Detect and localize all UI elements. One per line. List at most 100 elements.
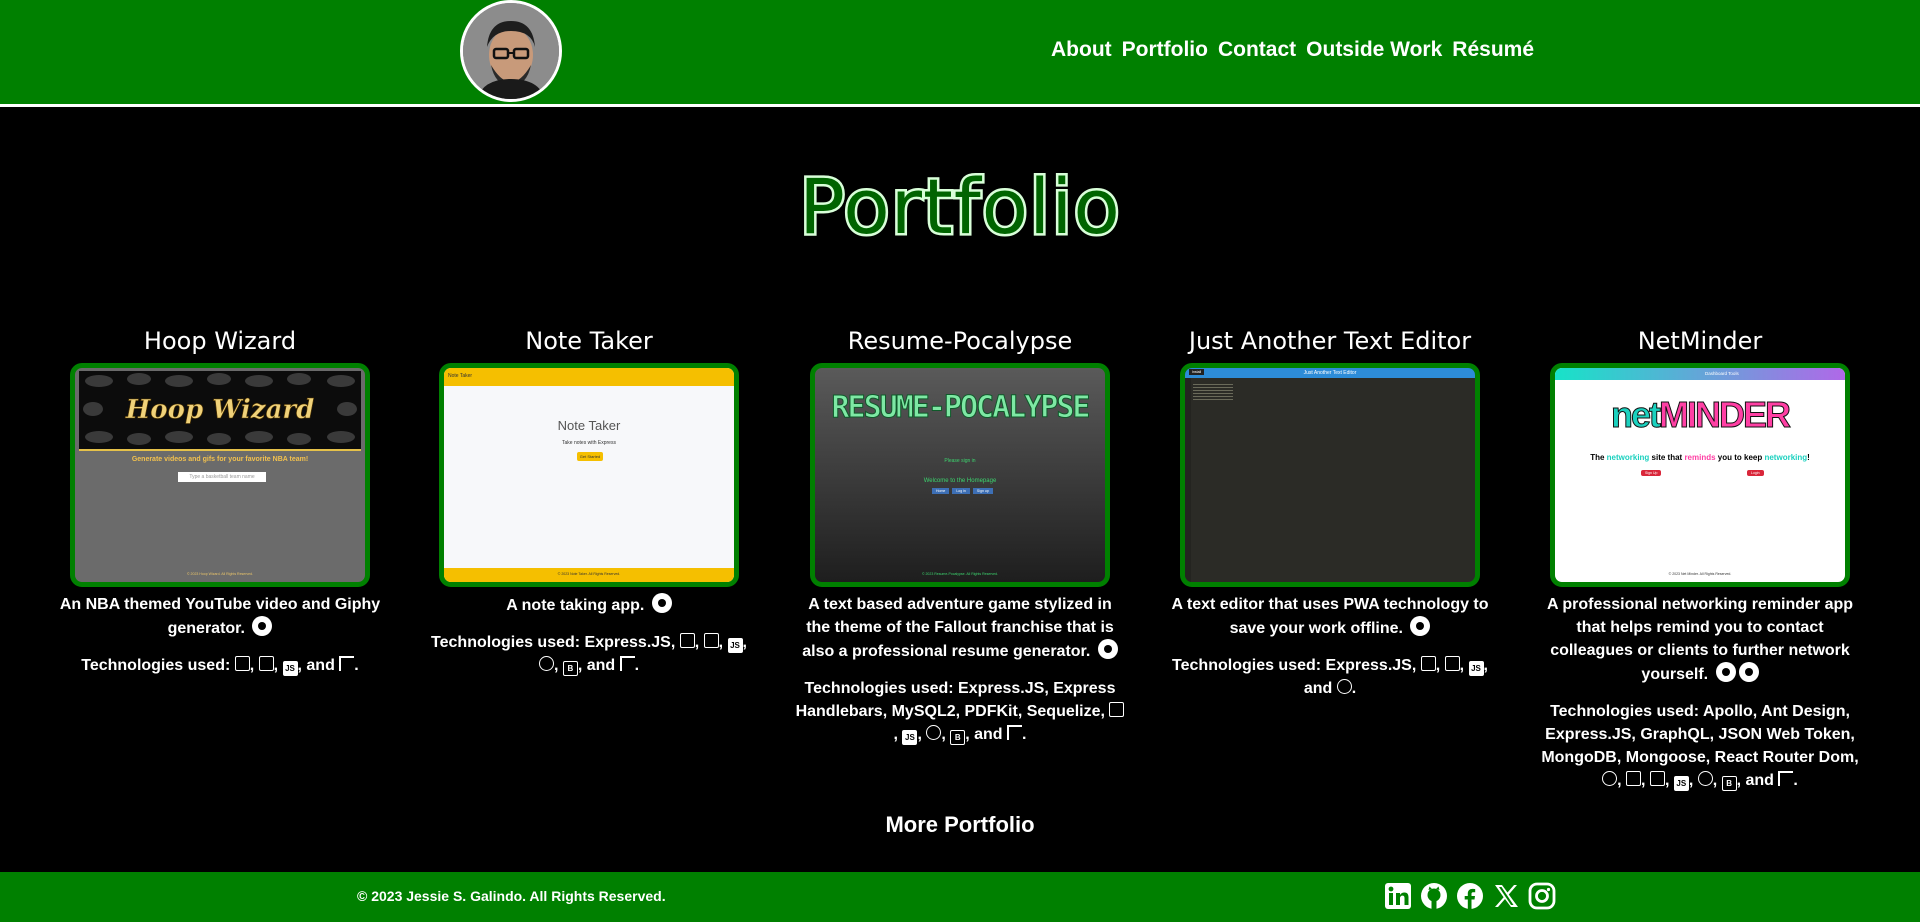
note-footer-text: © 2023 Note Taker. All Rights Reserved. <box>557 572 621 576</box>
nav-portfolio[interactable]: Portfolio <box>1122 38 1208 62</box>
tech-sep: , and <box>297 657 340 674</box>
nm-topbar-label: Dashboard Tools <box>1705 371 1739 376</box>
rp-btn-login[interactable]: Log in <box>952 488 970 494</box>
rp-logo: RESUME-POCALYPSE <box>831 390 1091 426</box>
nm-tag: site that <box>1649 453 1685 462</box>
bootstrap-icon: B <box>950 730 966 745</box>
tech-list: Technologies used: Express.JS, Express H… <box>795 677 1125 746</box>
github-icon[interactable] <box>1715 662 1736 682</box>
project-description: A note taking app. <box>424 593 754 617</box>
tech-sep: , <box>249 657 259 674</box>
css3-icon <box>1109 702 1125 717</box>
css3-icon <box>1444 656 1460 671</box>
css3-icon <box>703 633 719 648</box>
rp-login: Please sign in <box>944 458 976 464</box>
project-description: An NBA themed YouTube video and Giphy ge… <box>55 593 385 640</box>
tech-sep: , <box>742 634 747 651</box>
tech-sep: , <box>893 726 903 743</box>
nm-tag: ! <box>1807 453 1810 462</box>
rp-buttons: Home Log in Sign up <box>932 488 993 494</box>
nav-outside-work[interactable]: Outside Work <box>1306 38 1442 62</box>
nm-logo-minder: MINDER <box>1659 394 1792 436</box>
nm-tag: reminds <box>1684 453 1716 462</box>
github-icon[interactable] <box>1410 616 1431 636</box>
project-card-hoop-wizard: Hoop Wizard Hoop Wizard Generate videos … <box>55 324 385 677</box>
rp-welcome: Welcome to the Homepage <box>923 478 997 484</box>
tech-list: Technologies used: Express.JS, , , JS, ,… <box>424 631 754 677</box>
tech-list: Technologies used: Express.JS, , , JS, a… <box>1165 654 1495 700</box>
html5-icon <box>679 633 695 648</box>
description-text: A text editor that uses PWA technology t… <box>1171 596 1489 637</box>
nm-signup-button[interactable]: Sign Up <box>1641 470 1662 476</box>
html5-icon <box>1420 656 1436 671</box>
tech-sep: , and <box>577 657 620 674</box>
project-screenshot[interactable]: Install Just Another Text Editor <box>1180 363 1480 587</box>
facebook-icon[interactable] <box>1456 882 1484 910</box>
flag-icon <box>1007 725 1022 740</box>
project-title: Hoop Wizard <box>143 327 297 355</box>
nav-contact[interactable]: Contact <box>1218 38 1296 62</box>
nodejs-icon <box>538 656 554 671</box>
project-description: A professional networking reminder app t… <box>1535 593 1865 686</box>
project-screenshot[interactable]: Dashboard Tools netMINDER The networking… <box>1550 363 1850 587</box>
tech-sep: , <box>1459 657 1469 674</box>
project-title: Resume-Pocalypse <box>847 327 1073 355</box>
github-icon[interactable] <box>1738 662 1759 682</box>
note-heading: Note Taker <box>557 418 621 433</box>
description-text: A note taking app. <box>506 597 645 614</box>
instagram-icon[interactable] <box>1528 882 1556 910</box>
javascript-icon: JS <box>902 730 918 745</box>
tech-sep: , <box>917 726 927 743</box>
project-card-netminder: NetMinder Dashboard Tools netMINDER The … <box>1535 324 1865 792</box>
nm-logo-net: net <box>1611 394 1662 436</box>
css3-icon <box>258 656 274 671</box>
hoop-banner-title: Hoop Wizard <box>125 395 315 426</box>
hoop-banner-bg: Hoop Wizard <box>79 371 361 451</box>
profile-avatar[interactable] <box>460 0 562 102</box>
jate-topbar: Install Just Another Text Editor <box>1185 368 1475 378</box>
page-title: Portfolio <box>797 160 1123 254</box>
tech-sep: , and <box>1736 772 1779 789</box>
project-title: NetMinder <box>1637 327 1763 355</box>
jate-code-lines <box>1193 382 1233 402</box>
project-screenshot[interactable]: Note Taker Note Taker Take notes with Ex… <box>439 363 739 587</box>
linkedin-icon[interactable] <box>1384 882 1412 910</box>
github-icon[interactable] <box>1097 639 1118 659</box>
x-icon[interactable] <box>1492 882 1520 910</box>
more-portfolio-link[interactable]: More Portfolio <box>885 812 1034 837</box>
github-icon[interactable] <box>252 616 273 636</box>
note-get-started[interactable]: Get Started <box>577 452 603 461</box>
nm-login-button[interactable]: Login <box>1747 470 1764 476</box>
rp-btn-home[interactable]: Home <box>932 488 950 494</box>
bootstrap-icon: B <box>1721 776 1737 791</box>
nm-logo: netMINDER <box>1555 394 1845 436</box>
project-screenshot[interactable]: RESUME-POCALYPSE Please sign in Welcome … <box>810 363 1110 587</box>
github-icon[interactable] <box>1420 882 1448 910</box>
nav-resume[interactable]: Résumé <box>1452 38 1534 62</box>
nm-topbar: Dashboard Tools <box>1555 368 1845 380</box>
hoop-footer: © 2023 Hoop Wizard. All Rights Reserved. <box>187 572 253 576</box>
tech-text: Technologies used: Express.JS, <box>1172 657 1421 674</box>
tech-sep: . <box>1022 726 1027 743</box>
nodejs-icon <box>1697 771 1713 786</box>
portrait-image <box>463 3 559 99</box>
rp-footer: © 2023 Resume-Pocalypse. All Rights Rese… <box>921 572 999 576</box>
bootstrap-icon: B <box>562 661 578 676</box>
nav-about[interactable]: About <box>1051 38 1112 62</box>
flag-icon <box>1778 771 1794 786</box>
project-screenshot[interactable]: Hoop Wizard Generate videos and gifs for… <box>70 363 370 587</box>
nm-tag: you to keep <box>1715 453 1765 462</box>
note-topbar-label: Note Taker <box>448 373 473 379</box>
tech-sep: , <box>553 657 563 674</box>
nm-tag: networking <box>1606 453 1650 462</box>
hoop-search-input[interactable]: Type a basketball team name <box>178 472 266 482</box>
nm-tag: The <box>1590 453 1607 462</box>
rp-btn-signup[interactable]: Sign up <box>972 488 993 494</box>
github-icon[interactable] <box>651 593 672 613</box>
social-links <box>1384 882 1556 910</box>
tech-text: Technologies used: Express.JS, <box>431 634 680 651</box>
html5-icon <box>1626 771 1642 786</box>
hoop-tagline: Generate videos and gifs for your favori… <box>131 456 309 463</box>
nm-footer: © 2023 Net Minder. All Rights Reserved. <box>1668 572 1732 576</box>
javascript-icon: JS <box>727 638 743 653</box>
